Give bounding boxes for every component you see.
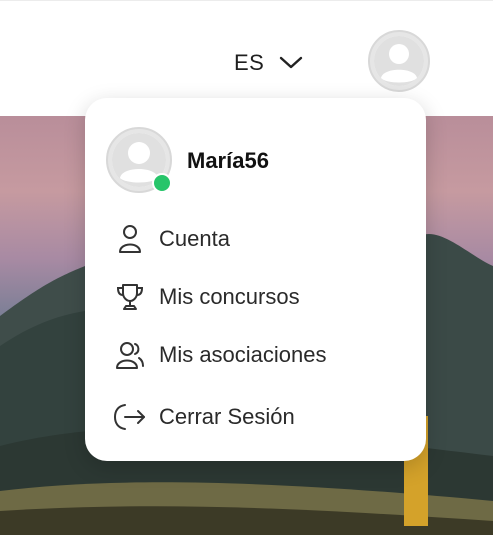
menu-item-cuenta[interactable]: Cuenta <box>113 222 230 256</box>
profile-username: María56 <box>187 148 269 173</box>
menu-item-mis-asociaciones[interactable]: Mis asociaciones <box>113 338 327 372</box>
user-avatar-button[interactable] <box>367 29 431 93</box>
menu-item-label: Mis concursos <box>159 284 300 309</box>
language-selector[interactable]: ES <box>234 49 304 77</box>
user-icon <box>113 222 147 256</box>
online-status-dot <box>152 173 172 193</box>
menu-profile-avatar <box>105 126 173 194</box>
menu-item-label: Cuenta <box>159 226 230 251</box>
language-label: ES <box>234 50 265 75</box>
menu-item-mis-concursos[interactable]: Mis concursos <box>113 280 300 314</box>
menu-item-cerrar-sesion[interactable]: Cerrar Sesión <box>113 400 295 434</box>
trophy-icon <box>113 280 147 314</box>
users-icon <box>113 338 147 372</box>
menu-item-label: Mis asociaciones <box>159 342 327 367</box>
logout-icon <box>113 400 147 434</box>
user-avatar-icon <box>368 30 430 92</box>
chevron-down-icon <box>278 55 304 71</box>
user-dropdown-menu: María56 Cuenta Mis concursos Mis asociac… <box>85 98 426 461</box>
menu-item-label: Cerrar Sesión <box>159 404 295 429</box>
